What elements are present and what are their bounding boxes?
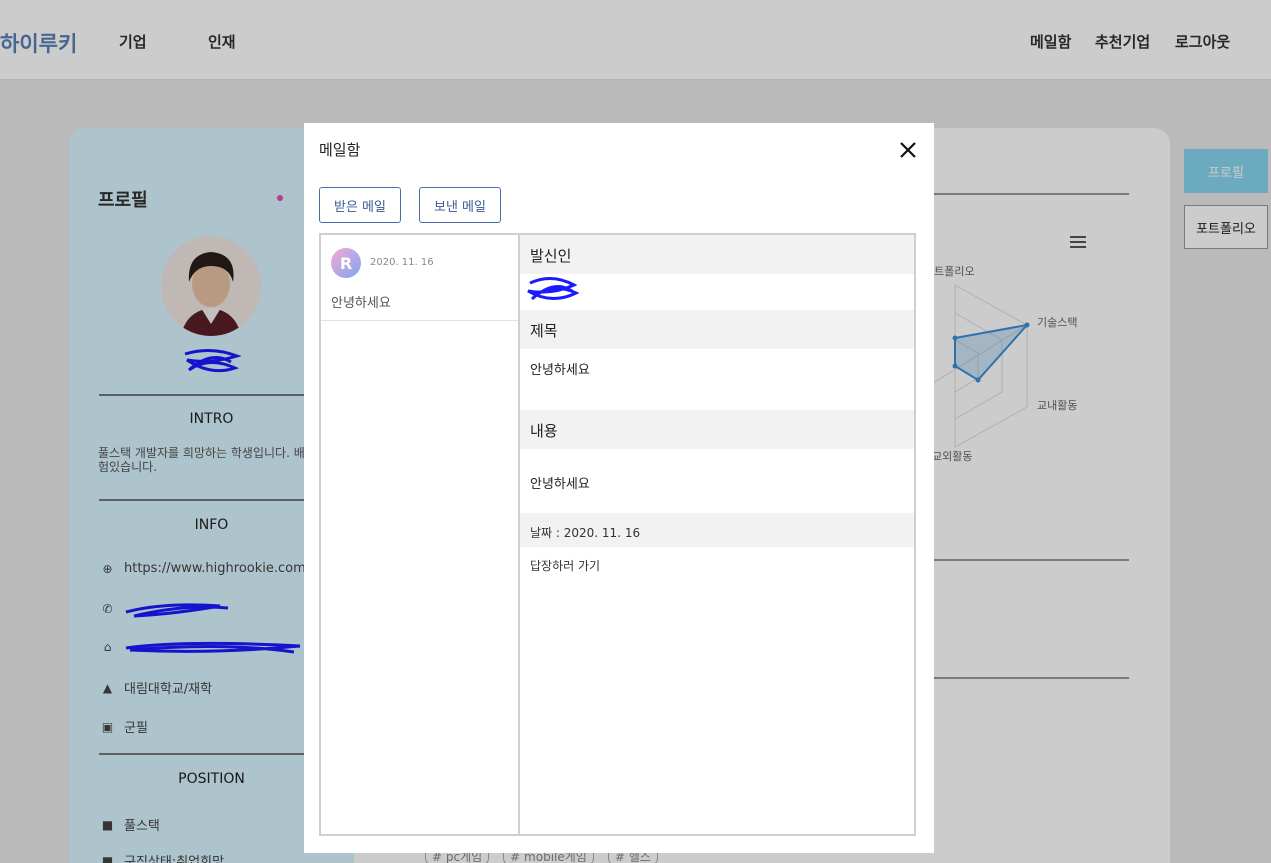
list-item[interactable]: R 2020. 11. 16 안녕하세요 [321, 235, 519, 321]
close-icon[interactable] [897, 139, 919, 161]
mail-detail: 발신인 제목 안녕하세요 내용 안녕하세요 날짜 : 2020. 11. 16 … [518, 233, 916, 836]
mail-subject: 안녕하세요 [331, 296, 391, 311]
mail-list: R 2020. 11. 16 안녕하세요 [319, 233, 519, 836]
redacted-sender-scribble [527, 277, 580, 301]
mail-date: 2020. 11. 16 [370, 257, 434, 268]
mail-date-detail: 날짜 : 2020. 11. 16 [530, 526, 641, 540]
subject-value: 안녕하세요 [530, 363, 590, 378]
modal-title: 메일함 [319, 141, 361, 159]
tab-sent-mail[interactable]: 보낸 메일 [419, 187, 501, 223]
subject-label: 제목 [530, 322, 558, 340]
content-label: 내용 [530, 422, 558, 440]
mailbox-modal: 메일함 받은 메일 보낸 메일 R 2020. 11. 16 안녕하세요 발신인… [304, 123, 934, 853]
sender-band [520, 235, 914, 274]
reply-link[interactable]: 답장하러 가기 [530, 557, 600, 574]
sender-label: 발신인 [530, 247, 572, 265]
content-band [520, 410, 914, 449]
avatar: R [331, 248, 361, 278]
tab-received-mail[interactable]: 받은 메일 [319, 187, 401, 223]
subject-band [520, 310, 914, 349]
content-value: 안녕하세요 [530, 477, 590, 492]
